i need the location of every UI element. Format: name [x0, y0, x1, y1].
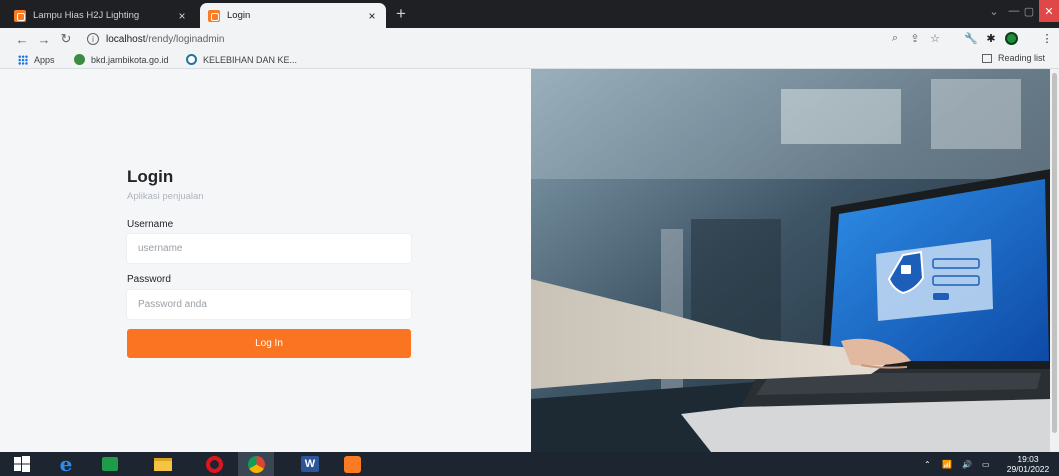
tab-title: Lampu Hias H2J Lighting: [33, 10, 140, 21]
bookmark-apps[interactable]: Apps: [18, 53, 55, 66]
network-icon[interactable]: 📶: [942, 452, 952, 476]
username-input[interactable]: [127, 234, 411, 263]
tab-lampu-hias[interactable]: Lampu Hias H2J Lighting ×: [6, 3, 196, 28]
reading-list-button[interactable]: Reading list: [982, 53, 1045, 63]
reload-icon[interactable]: ↻: [58, 31, 74, 47]
wordpress-icon: [186, 54, 197, 65]
bookmark-bkd[interactable]: bkd.jambikota.go.id: [74, 53, 169, 66]
reading-list-icon: [982, 53, 992, 63]
xampp-icon[interactable]: [334, 452, 370, 476]
clock-date: 29/01/2022: [1006, 464, 1050, 474]
xampp-favicon-icon: [208, 9, 220, 22]
apps-grid-icon: [18, 54, 28, 65]
tray-chevron-icon[interactable]: ⌃: [924, 452, 931, 476]
site-logo-icon: [74, 54, 85, 65]
close-icon[interactable]: ×: [176, 9, 188, 23]
internet-explorer-icon[interactable]: e: [48, 452, 84, 476]
new-tab-button[interactable]: +: [396, 5, 406, 23]
reading-list-label: Reading list: [998, 53, 1046, 63]
windows-start-icon[interactable]: [4, 452, 40, 476]
address-bar[interactable]: i localhost/rendy/loginadmin: [83, 30, 973, 48]
volume-icon[interactable]: 🔊: [962, 452, 972, 476]
bookmark-star-icon[interactable]: ☆: [928, 31, 942, 45]
url-path: /rendy/loginadmin: [145, 33, 225, 45]
close-icon[interactable]: ×: [366, 9, 378, 23]
battery-icon[interactable]: ▭: [982, 452, 990, 476]
tab-title: Login: [227, 10, 251, 21]
bookmark-kelebihan[interactable]: KELEBIHAN DAN KE...: [186, 53, 297, 66]
username-label: Username: [127, 219, 174, 230]
taskbar-clock[interactable]: 19:03 29/01/2022: [1000, 454, 1056, 474]
bookmark-label: Apps: [34, 54, 55, 65]
zoom-icon[interactable]: ⌕: [888, 31, 902, 45]
password-input[interactable]: [127, 290, 411, 319]
forward-arrow-icon[interactable]: →: [36, 31, 52, 47]
page-title: Login: [127, 167, 174, 186]
browser-tab-strip: Lampu Hias H2J Lighting × Login × + ⌄ — …: [0, 0, 1059, 28]
password-label: Password: [127, 274, 171, 285]
browser-toolbar: ← → ↻ i localhost/rendy/loginadmin ⌕ ⇪ ☆…: [0, 28, 1059, 50]
login-button[interactable]: Log In: [127, 329, 411, 358]
extension-wrench-icon[interactable]: 🔧: [964, 31, 978, 45]
back-arrow-icon[interactable]: ←: [14, 31, 30, 47]
chrome-icon[interactable]: [238, 452, 274, 476]
share-icon[interactable]: ⇪: [908, 31, 922, 45]
bookmark-label: KELEBIHAN DAN KE...: [203, 54, 298, 65]
opera-icon[interactable]: [196, 452, 232, 476]
page-scrollbar[interactable]: [1050, 69, 1059, 452]
tab-login[interactable]: Login ×: [200, 3, 386, 28]
profile-avatar-icon[interactable]: [1004, 31, 1018, 45]
clock-time: 19:03: [1017, 454, 1039, 464]
bookmarks-bar: Apps bkd.jambikota.go.id KELEBIHAN DAN K…: [0, 50, 1059, 69]
maximize-icon[interactable]: ▢: [1019, 0, 1039, 22]
windows-taskbar: e W ⌃ 📶 🔊 ▭ 19:03 29/01/2022: [0, 452, 1059, 476]
extensions-puzzle-icon[interactable]: ✱: [984, 31, 998, 45]
info-icon[interactable]: i: [87, 33, 99, 45]
bookmark-label: bkd.jambikota.go.id: [91, 54, 169, 65]
store-icon[interactable]: [92, 452, 128, 476]
tab-search-icon[interactable]: ⌄: [983, 0, 1005, 22]
xampp-favicon-icon: [14, 9, 26, 22]
url-host: localhost: [106, 33, 146, 45]
word-icon[interactable]: W: [292, 452, 328, 476]
close-window-icon[interactable]: ✕: [1039, 0, 1059, 22]
more-menu-icon[interactable]: ⋮: [1040, 31, 1054, 45]
laptop-security-illustration: [531, 69, 1059, 452]
page-subtitle: Aplikasi penjualan: [127, 191, 204, 202]
windows-logo: [14, 456, 30, 472]
hero-image: [531, 69, 1059, 452]
file-explorer-icon[interactable]: [145, 452, 181, 476]
